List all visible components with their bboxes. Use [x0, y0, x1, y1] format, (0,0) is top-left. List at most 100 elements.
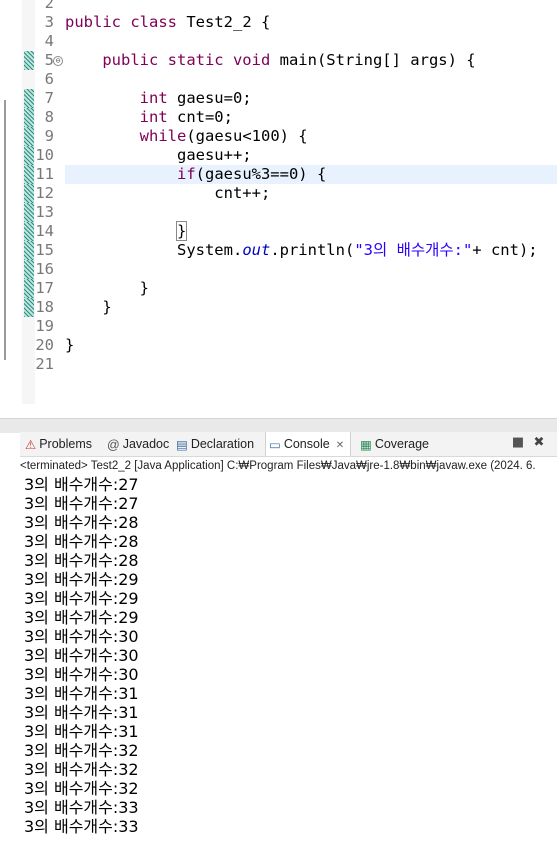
code-token: cnt++; [65, 184, 271, 202]
code-token: public static void [102, 51, 280, 69]
problems-icon: ⚠ [25, 437, 37, 452]
fold-collapse-icon[interactable]: ⊖ [53, 56, 63, 66]
quick-diff-marker [24, 222, 34, 241]
code-line[interactable]: 13 [0, 203, 557, 222]
tab-javadoc[interactable]: @ Javadoc [104, 432, 172, 456]
quick-diff-marker [24, 165, 34, 184]
code-line[interactable]: 5 public static void main(String[] args)… [0, 51, 557, 70]
quick-diff-marker [24, 279, 34, 298]
code-line[interactable]: 18 } [0, 298, 557, 317]
code-line[interactable]: 10 gaesu++; [0, 146, 557, 165]
line-number: 3 [44, 13, 54, 31]
code-text: cnt++; [65, 184, 270, 203]
code-text: } [65, 298, 111, 317]
code-editor[interactable]: 2 3 public class Test2_2 {4 5 public static… [0, 0, 557, 404]
code-token: int [139, 89, 177, 107]
console-line: 3의 배수개수:28 [24, 551, 139, 570]
code-line[interactable]: 12 cnt++; [0, 184, 557, 203]
code-line[interactable]: 20} [0, 336, 557, 355]
code-line[interactable]: 17 } [0, 279, 557, 298]
line-number: 15 [35, 241, 54, 259]
code-token: out [242, 241, 271, 259]
tab-problems[interactable]: ⚠ Problems [22, 432, 95, 456]
line-number: 6 [44, 70, 54, 88]
line-number: 11 [35, 165, 54, 183]
code-token: "3의 배수개수:" [354, 241, 473, 259]
code-line[interactable]: 7 int gaesu=0; [0, 89, 557, 108]
console-line: 3의 배수개수:31 [24, 703, 139, 722]
console-line: 3의 배수개수:27 [24, 475, 139, 494]
quick-diff-marker [24, 127, 34, 146]
close-icon[interactable]: ✕ [336, 440, 344, 451]
stop-icon[interactable]: ■ [511, 436, 525, 450]
code-text: gaesu++; [65, 146, 252, 165]
code-token: gaesu++; [65, 146, 252, 164]
line-number: 7 [44, 89, 54, 107]
line-number: 2 [44, 0, 54, 12]
code-text: public static void main(String[] args) { [65, 51, 475, 70]
code-text: public class Test2_2 { [65, 13, 270, 32]
line-number: 18 [35, 298, 54, 316]
tab-console[interactable]: ▭ Console ✕ [265, 432, 352, 456]
coverage-icon: ▦ [360, 437, 372, 452]
code-token: .println( [270, 241, 355, 259]
code-text: } [65, 221, 188, 241]
tab-declaration[interactable]: ▤ Declaration [173, 432, 257, 456]
code-line[interactable]: 6 [0, 70, 557, 89]
code-line[interactable]: 8 int cnt=0; [0, 108, 557, 127]
panel-separator[interactable] [0, 418, 557, 433]
console-line: 3의 배수개수:31 [24, 684, 139, 703]
line-number: 16 [35, 260, 54, 278]
code-line[interactable]: 19 [0, 317, 557, 336]
tab-label: Coverage [374, 437, 430, 451]
code-line[interactable]: 21 [0, 355, 557, 374]
remove-launch-icon[interactable]: ✖ [532, 436, 546, 450]
code-line[interactable]: 4 [0, 32, 557, 51]
tab-label: Console [283, 437, 330, 451]
code-token: Test2_2 { [186, 13, 271, 31]
line-number: 21 [35, 355, 54, 373]
quick-diff-marker [24, 260, 34, 279]
console-line: 3의 배수개수:30 [24, 665, 139, 684]
code-token: System. [65, 241, 243, 259]
line-number: 20 [35, 336, 54, 354]
line-number: 8 [44, 108, 54, 126]
code-text: int cnt=0; [65, 108, 233, 127]
tab-label: Declaration [190, 437, 255, 451]
line-number: 5 [44, 51, 54, 69]
javadoc-icon: @ [107, 437, 120, 452]
console-line: 3의 배수개수:32 [24, 779, 139, 798]
code-text: } [65, 279, 149, 298]
console-line: 3의 배수개수:32 [24, 741, 139, 760]
quick-diff-marker [24, 203, 34, 222]
code-line[interactable]: 2 [0, 0, 557, 13]
code-line[interactable]: 3 public class Test2_2 { [0, 13, 557, 32]
console-line: 3의 배수개수:29 [24, 570, 139, 589]
console-output[interactable]: 3의 배수개수:27 3의 배수개수:27 3의 배수개수:28 3의 배수개수:28… [24, 475, 557, 841]
console-line: 3의 배수개수:28 [24, 532, 139, 551]
code-token: if [176, 165, 196, 183]
console-line: 3의 배수개수:27 [24, 494, 139, 513]
code-line[interactable]: 9 while(gaesu<100) { [0, 127, 557, 146]
code-text: System.out.println("3의 배수개수:"+ cnt); [65, 241, 538, 260]
code-line[interactable]: 14 } [0, 221, 557, 241]
code-line[interactable]: 15 System.out.println("3의 배수개수:"+ cnt); [0, 241, 557, 260]
code-token: while [139, 127, 187, 145]
declaration-icon: ▤ [176, 437, 188, 452]
tab-coverage[interactable]: ▦ Coverage [357, 432, 432, 456]
code-line[interactable]: 16 [0, 260, 557, 279]
code-token: cnt=0; [176, 108, 233, 126]
quick-diff-marker [24, 184, 34, 203]
code-token: } [65, 279, 149, 297]
line-number: 19 [35, 317, 54, 335]
code-text: while(gaesu<100) { [65, 127, 308, 146]
console-line: 3의 배수개수:29 [24, 589, 139, 608]
line-number: 9 [44, 127, 54, 145]
code-token: (gaesu%3==0) { [195, 165, 327, 183]
line-number: 10 [35, 146, 54, 164]
quick-diff-marker [24, 89, 34, 108]
code-line[interactable]: 11 if(gaesu%3==0) { [0, 165, 557, 184]
